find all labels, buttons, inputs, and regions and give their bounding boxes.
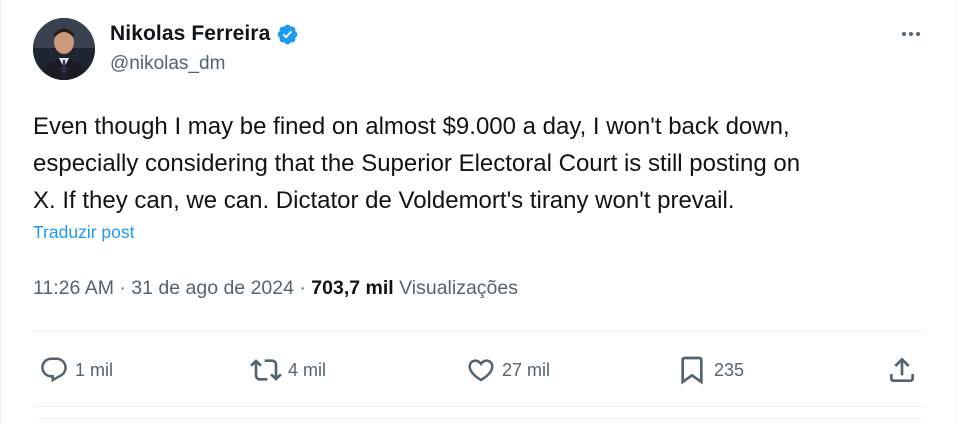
avatar-image (33, 18, 95, 80)
post-text: Even though I may be fined on almost $9.… (33, 113, 801, 214)
repost-button[interactable]: 4 mil (250, 342, 326, 398)
reply-button[interactable]: 1 mil (39, 342, 113, 398)
bookmark-count: 235 (714, 359, 745, 380)
author-name-row: Nikolas Ferreira (110, 20, 299, 48)
share-button[interactable] (886, 342, 918, 398)
post-time[interactable]: 11:26 AM (33, 277, 114, 299)
author-display-name[interactable]: Nikolas Ferreira (110, 22, 270, 46)
avatar[interactable] (33, 18, 95, 80)
author-handle[interactable]: @nikolas_dm (110, 53, 225, 75)
like-icon (468, 359, 494, 382)
share-icon (890, 357, 914, 382)
post-frame: Nikolas Ferreira @nikolas_dm Even though… (0, 0, 957, 424)
more-icon (902, 32, 920, 36)
divider-bottom (33, 406, 926, 407)
divider-top (33, 331, 926, 332)
post-date[interactable]: 31 de ago de 2024 (131, 277, 294, 299)
action-bar: 1 mil 4 mil 27 mil 235 (1, 342, 957, 398)
repost-count: 4 mil (288, 359, 327, 380)
post-metadata: 11:26 AM · 31 de ago de 2024 · 703,7 mil… (33, 277, 518, 300)
reply-count: 1 mil (75, 359, 114, 380)
meta-separator: · (119, 277, 132, 299)
more-options-button[interactable] (897, 20, 925, 48)
like-button[interactable]: 27 mil (466, 342, 550, 398)
translate-post-link[interactable]: Traduzir post (33, 222, 134, 243)
reply-icon (41, 357, 67, 383)
views-count: 703,7 mil (311, 277, 394, 299)
views-label: Visualizações (399, 277, 518, 299)
verified-badge-icon[interactable] (276, 23, 299, 46)
repost-icon (250, 359, 282, 381)
like-count: 27 mil (502, 359, 551, 380)
post: Nikolas Ferreira @nikolas_dm Even though… (1, 0, 957, 424)
bookmark-icon (681, 356, 703, 385)
bookmark-button[interactable]: 235 (676, 342, 744, 398)
reply-composer-edge (33, 418, 926, 424)
meta-separator: · (299, 277, 312, 299)
